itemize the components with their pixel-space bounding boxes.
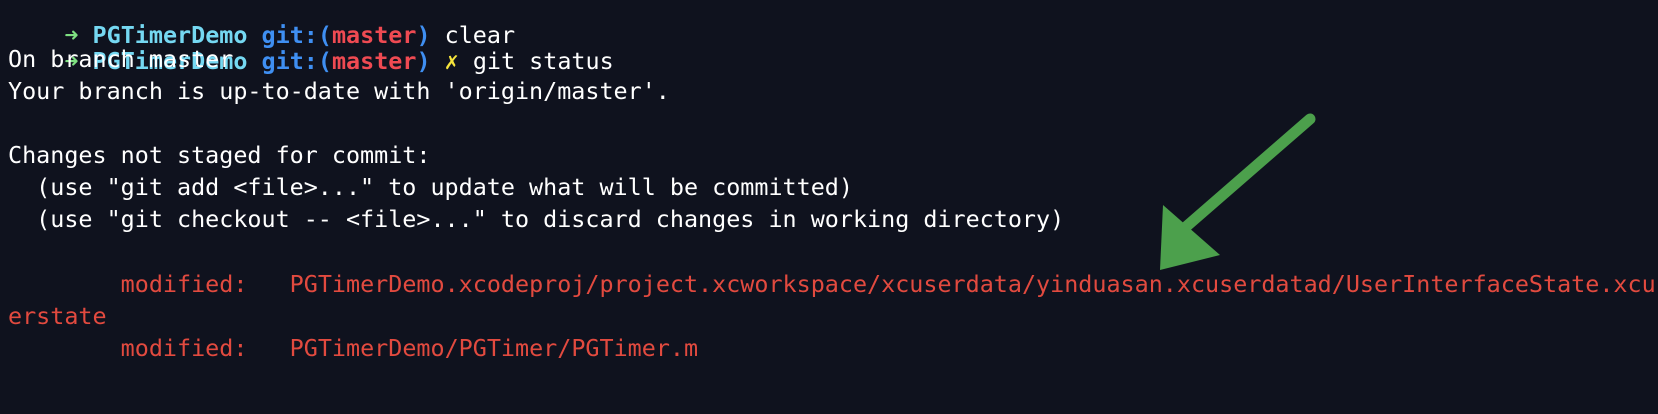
modified-file-entry: modified: PGTimerDemo/PGTimer/PGTimer.m <box>8 331 698 365</box>
prompt-branch: master <box>331 47 417 75</box>
terminal-window[interactable]: ➜ PGTimerDemo git:(master) clear ➜ PGTim… <box>0 0 1658 414</box>
output-changes-header: Changes not staged for commit: <box>8 141 431 169</box>
prompt-line: ➜ PGTimerDemo git:(master) ✗ git status <box>8 10 613 75</box>
modified-path: PGTimerDemo/PGTimer/PGTimer.m <box>289 334 699 362</box>
modified-file-entry: modified: PGTimerDemo.xcodeproj/project.… <box>8 267 1658 301</box>
output-hint-checkout: (use "git checkout -- <file>..." to disc… <box>8 205 1065 233</box>
output-hint-add: (use "git add <file>..." to update what … <box>8 173 853 201</box>
prompt-command: git status <box>472 47 614 75</box>
modified-status: modified: <box>120 270 248 298</box>
modified-status: modified: <box>120 334 248 362</box>
prompt-git-close: ) <box>416 47 431 75</box>
dirty-marker-icon: ✗ <box>444 47 459 75</box>
prompt-git-label: git:( <box>261 47 332 75</box>
modified-path: PGTimerDemo.xcodeproj/project.xcworkspac… <box>289 270 1658 298</box>
output-branch-line: On branch master <box>8 45 234 73</box>
modified-file-entry-wrap: erstate <box>8 302 107 330</box>
output-upstream-line: Your branch is up-to-date with 'origin/m… <box>8 77 670 105</box>
